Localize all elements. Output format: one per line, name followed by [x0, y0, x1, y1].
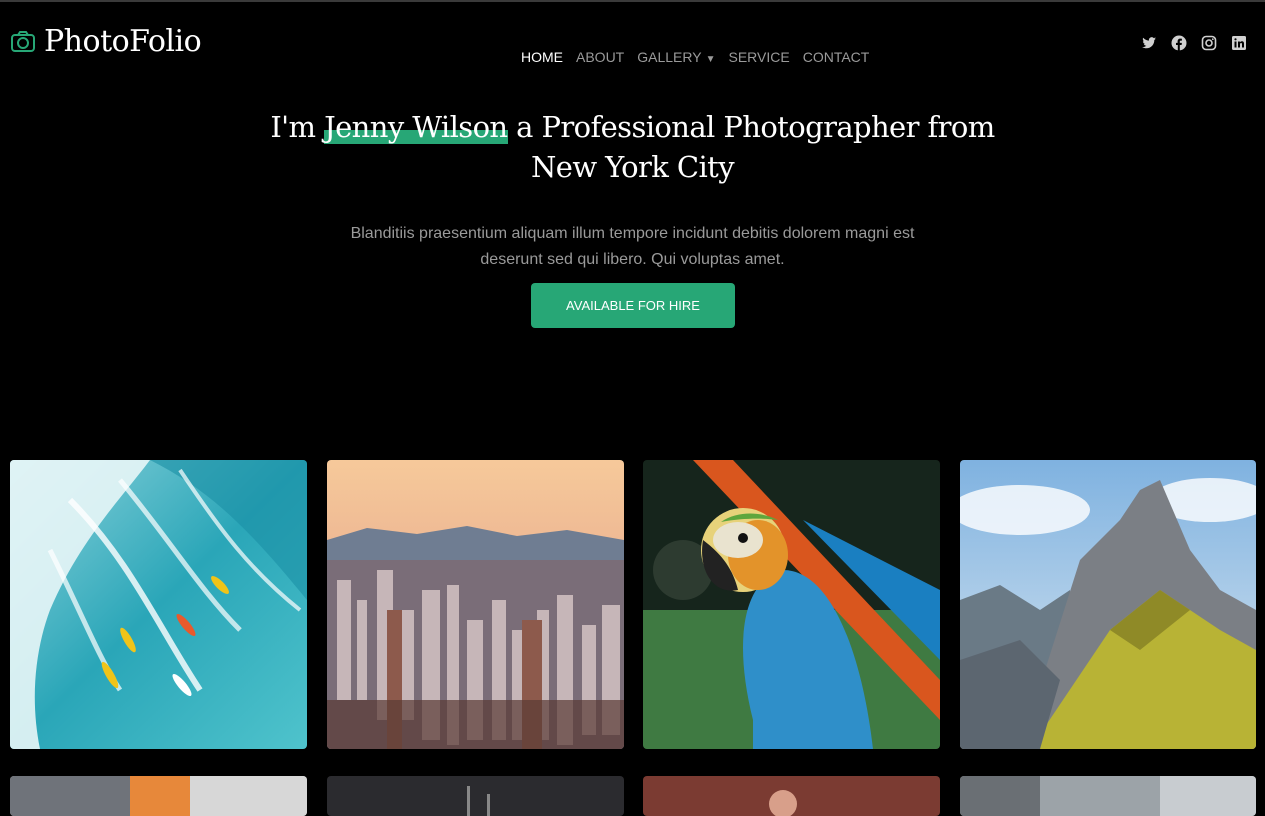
- instagram-icon[interactable]: [1201, 35, 1217, 51]
- available-for-hire-button[interactable]: AVAILABLE FOR HIRE: [531, 283, 735, 328]
- nav-home[interactable]: HOME: [521, 49, 563, 65]
- title-prefix: I'm: [270, 110, 316, 144]
- top-border: [0, 0, 1265, 2]
- nav-about[interactable]: ABOUT: [576, 49, 624, 65]
- title-rest: a Professional Photographer from: [516, 110, 995, 144]
- portrait-photo[interactable]: [643, 776, 940, 816]
- highlight-name: Jenny Wilson: [324, 110, 508, 144]
- hero-description: Blanditiis praesentium aliquam illum tem…: [350, 225, 915, 268]
- street-photo[interactable]: [960, 776, 1256, 816]
- nav-gallery-label: GALLERY: [637, 49, 702, 65]
- name-highlight: Jenny Wilson: [324, 107, 508, 147]
- nav-contact[interactable]: CONTACT: [803, 49, 870, 65]
- hero-title: I'm Jenny Wilson a Professional Photogra…: [0, 107, 1265, 187]
- title-line2: New York City: [530, 150, 735, 184]
- nav-service[interactable]: SERVICE: [728, 49, 789, 65]
- night-city-photo[interactable]: [327, 776, 624, 816]
- chevron-down-icon: ▼: [705, 54, 716, 65]
- logo-text: PhotoFolio: [44, 24, 202, 59]
- linkedin-icon[interactable]: [1231, 35, 1247, 51]
- mountain-photo[interactable]: [960, 460, 1256, 749]
- camera-icon: [10, 29, 36, 55]
- surfers-photo[interactable]: [10, 460, 307, 749]
- city-skyline-photo[interactable]: [327, 460, 624, 749]
- parrot-photo[interactable]: [643, 460, 940, 749]
- logo[interactable]: PhotoFolio: [10, 24, 202, 59]
- building-photo[interactable]: [10, 776, 307, 816]
- twitter-icon[interactable]: [1141, 35, 1157, 51]
- nav-gallery[interactable]: GALLERY ▼: [637, 49, 715, 65]
- main-nav: HOME ABOUT GALLERY ▼ SERVICE CONTACT: [521, 49, 869, 65]
- facebook-icon[interactable]: [1171, 35, 1187, 51]
- social-links: [1141, 35, 1247, 51]
